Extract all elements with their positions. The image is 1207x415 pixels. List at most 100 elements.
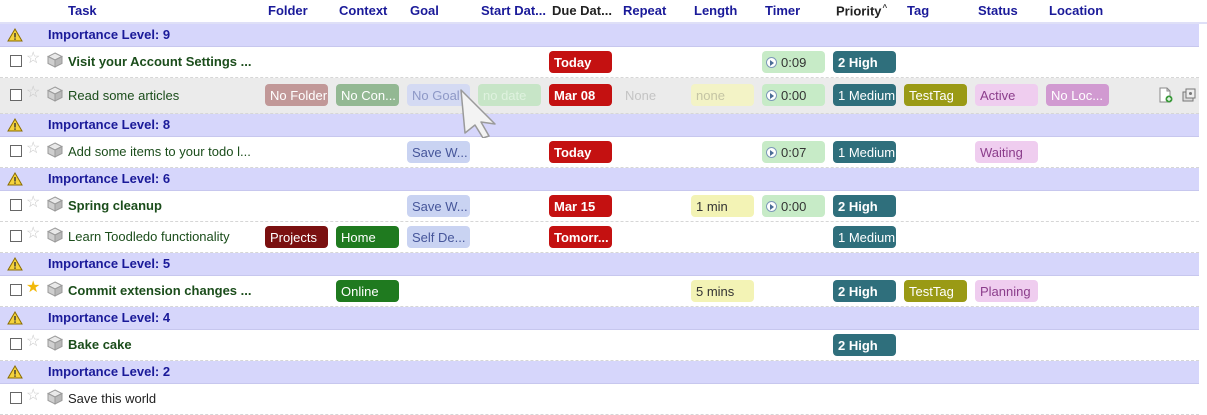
column-header-start-date[interactable]: Start Dat...	[481, 3, 546, 18]
task-row: ☆ Learn Toodledo functionality Projects …	[0, 222, 1199, 253]
star-icon[interactable]: ☆	[26, 85, 40, 101]
status-badge[interactable]: Active	[975, 84, 1038, 106]
column-header-location[interactable]: Location	[1049, 3, 1103, 18]
star-icon[interactable]: ☆	[26, 334, 40, 350]
column-header-length[interactable]: Length	[694, 3, 737, 18]
due-date-badge[interactable]: Today	[549, 141, 612, 163]
status-badge[interactable]: Waiting	[975, 141, 1038, 163]
folder-badge[interactable]: Projects	[265, 226, 328, 248]
priority-badge[interactable]: 1 Medium	[833, 84, 896, 106]
timer-field[interactable]: 0:00	[762, 84, 825, 106]
play-icon[interactable]	[766, 201, 777, 212]
group-header[interactable]: Importance Level: 5	[0, 253, 1199, 276]
task-title[interactable]: Learn Toodledo functionality	[68, 229, 230, 244]
context-badge[interactable]: Home	[336, 226, 399, 248]
column-header-status[interactable]: Status	[978, 3, 1018, 18]
task-checkbox[interactable]	[10, 338, 22, 350]
task-row: ☆ Add some items to your todo l... Save …	[0, 137, 1199, 168]
task-title[interactable]: Bake cake	[68, 337, 132, 352]
task-checkbox[interactable]	[10, 284, 22, 296]
group-header[interactable]: Importance Level: 6	[0, 168, 1199, 191]
priority-badge[interactable]: 1 Medium	[833, 141, 896, 163]
task-checkbox[interactable]	[10, 392, 22, 404]
column-header-timer[interactable]: Timer	[765, 3, 800, 18]
due-date-badge[interactable]: Mar 08	[549, 84, 612, 106]
star-icon[interactable]: ☆	[26, 226, 40, 242]
priority-badge[interactable]: 2 High	[833, 280, 896, 302]
priority-badge[interactable]: 2 High	[833, 51, 896, 73]
priority-badge[interactable]: 1 Medium	[833, 226, 896, 248]
task-title[interactable]: Save this world	[68, 391, 156, 406]
group-title: Importance Level: 9	[48, 27, 171, 42]
folder-badge[interactable]: No Folder	[265, 84, 328, 106]
subtask-cube-icon[interactable]	[47, 142, 63, 158]
column-header-priority[interactable]: Priority^	[836, 3, 887, 18]
task-title[interactable]: Commit extension changes ...	[68, 283, 252, 298]
column-header-repeat[interactable]: Repeat	[623, 3, 666, 18]
star-icon[interactable]: ★	[26, 280, 40, 296]
subtask-cube-icon[interactable]	[47, 335, 63, 351]
priority-badge[interactable]: 2 High	[833, 195, 896, 217]
subtask-cube-icon[interactable]	[47, 52, 63, 68]
add-note-icon[interactable]	[1157, 87, 1173, 103]
group-header[interactable]: Importance Level: 9	[0, 24, 1199, 47]
task-title[interactable]: Spring cleanup	[68, 198, 162, 213]
subtask-cube-icon[interactable]	[47, 389, 63, 405]
star-icon[interactable]: ☆	[26, 51, 40, 67]
timer-field[interactable]: 0:07	[762, 141, 825, 163]
context-badge[interactable]: Online	[336, 280, 399, 302]
task-list: Importance Level: 9 ☆ Visit your Account…	[0, 24, 1199, 415]
task-checkbox[interactable]	[10, 199, 22, 211]
play-icon[interactable]	[766, 57, 777, 68]
tag-badge[interactable]: TestTag	[904, 84, 967, 106]
goal-badge[interactable]: Save W...	[407, 141, 470, 163]
due-date-badge[interactable]: Mar 15	[549, 195, 612, 217]
goal-badge[interactable]: Self De...	[407, 226, 470, 248]
length-field[interactable]: none	[691, 84, 754, 106]
task-checkbox[interactable]	[10, 145, 22, 157]
repeat-field[interactable]: None	[620, 84, 683, 106]
timer-value: 0:00	[781, 88, 807, 103]
task-checkbox[interactable]	[10, 89, 22, 101]
play-icon[interactable]	[766, 147, 777, 158]
column-header-folder[interactable]: Folder	[268, 3, 308, 18]
subtask-cube-icon[interactable]	[47, 196, 63, 212]
column-header-tag[interactable]: Tag	[907, 3, 929, 18]
task-row: ☆ Bake cake 2 High	[0, 330, 1199, 361]
tag-badge[interactable]: TestTag	[904, 280, 967, 302]
column-header-due-date[interactable]: Due Dat...	[552, 3, 612, 18]
subtask-cube-icon[interactable]	[47, 227, 63, 243]
length-field[interactable]: 5 mins	[691, 280, 754, 302]
task-checkbox[interactable]	[10, 55, 22, 67]
due-date-badge[interactable]: Today	[549, 51, 612, 73]
task-title[interactable]: Visit your Account Settings ...	[68, 54, 251, 69]
status-badge[interactable]: Planning	[975, 280, 1038, 302]
context-badge[interactable]: No Con...	[336, 84, 399, 106]
star-icon[interactable]: ☆	[26, 388, 40, 404]
more-actions-icon[interactable]	[1181, 87, 1197, 103]
group-title: Importance Level: 2	[48, 364, 171, 379]
task-title[interactable]: Read some articles	[68, 88, 179, 103]
subtask-cube-icon[interactable]	[47, 86, 63, 102]
column-header-task[interactable]: Task	[68, 3, 97, 18]
location-badge[interactable]: No Loc...	[1046, 84, 1109, 106]
group-header[interactable]: Importance Level: 4	[0, 307, 1199, 330]
star-icon[interactable]: ☆	[26, 141, 40, 157]
column-header-context[interactable]: Context	[339, 3, 387, 18]
column-header-goal[interactable]: Goal	[410, 3, 439, 18]
task-checkbox[interactable]	[10, 230, 22, 242]
task-row: ☆ Visit your Account Settings ... Today …	[0, 47, 1199, 78]
priority-badge[interactable]: 2 High	[833, 334, 896, 356]
timer-field[interactable]: 0:00	[762, 195, 825, 217]
sort-ascending-icon: ^	[882, 3, 888, 12]
play-icon[interactable]	[766, 90, 777, 101]
subtask-cube-icon[interactable]	[47, 281, 63, 297]
timer-field[interactable]: 0:09	[762, 51, 825, 73]
length-field[interactable]: 1 min	[691, 195, 754, 217]
group-header[interactable]: Importance Level: 2	[0, 361, 1199, 384]
goal-badge[interactable]: Save W...	[407, 195, 470, 217]
due-date-badge[interactable]: Tomorr...	[549, 226, 612, 248]
task-title[interactable]: Add some items to your todo l...	[68, 144, 251, 159]
star-icon[interactable]: ☆	[26, 195, 40, 211]
group-header[interactable]: Importance Level: 8	[0, 114, 1199, 137]
